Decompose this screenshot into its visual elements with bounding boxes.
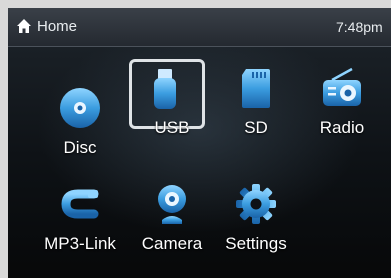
menu-item-label: Settings <box>225 234 287 253</box>
menu-item-settings[interactable]: Settings <box>216 176 296 276</box>
mp3-link-icon <box>61 189 99 219</box>
media-home-screen: Home 7:48pm Disc USB SD Radio MP3-Link C… <box>8 8 391 278</box>
usb-icon <box>154 69 176 109</box>
home-icon[interactable] <box>16 18 32 34</box>
menu-item-usb[interactable]: USB <box>129 59 212 160</box>
status-bar: Home 7:48pm <box>8 8 391 47</box>
menu-item-disc[interactable]: Disc <box>40 80 120 180</box>
gear-icon <box>236 184 276 224</box>
home-label[interactable]: Home <box>37 18 77 35</box>
clock: 7:48pm <box>336 19 383 35</box>
sd-card-icon <box>242 69 270 108</box>
menu-item-label: MP3-Link <box>44 234 116 253</box>
menu-item-sd[interactable]: SD <box>216 60 296 160</box>
menu-item-mp3-link[interactable]: MP3-Link <box>40 176 120 276</box>
radio-icon <box>323 67 361 106</box>
menu-item-label: Disc <box>63 138 97 157</box>
disc-icon <box>60 88 100 128</box>
menu-item-label: SD <box>244 118 268 137</box>
menu-item-camera[interactable]: Camera <box>132 176 212 276</box>
menu-item-label: Radio <box>319 118 365 137</box>
menu-item-radio[interactable]: Radio <box>302 60 382 160</box>
camera-icon <box>158 185 186 224</box>
